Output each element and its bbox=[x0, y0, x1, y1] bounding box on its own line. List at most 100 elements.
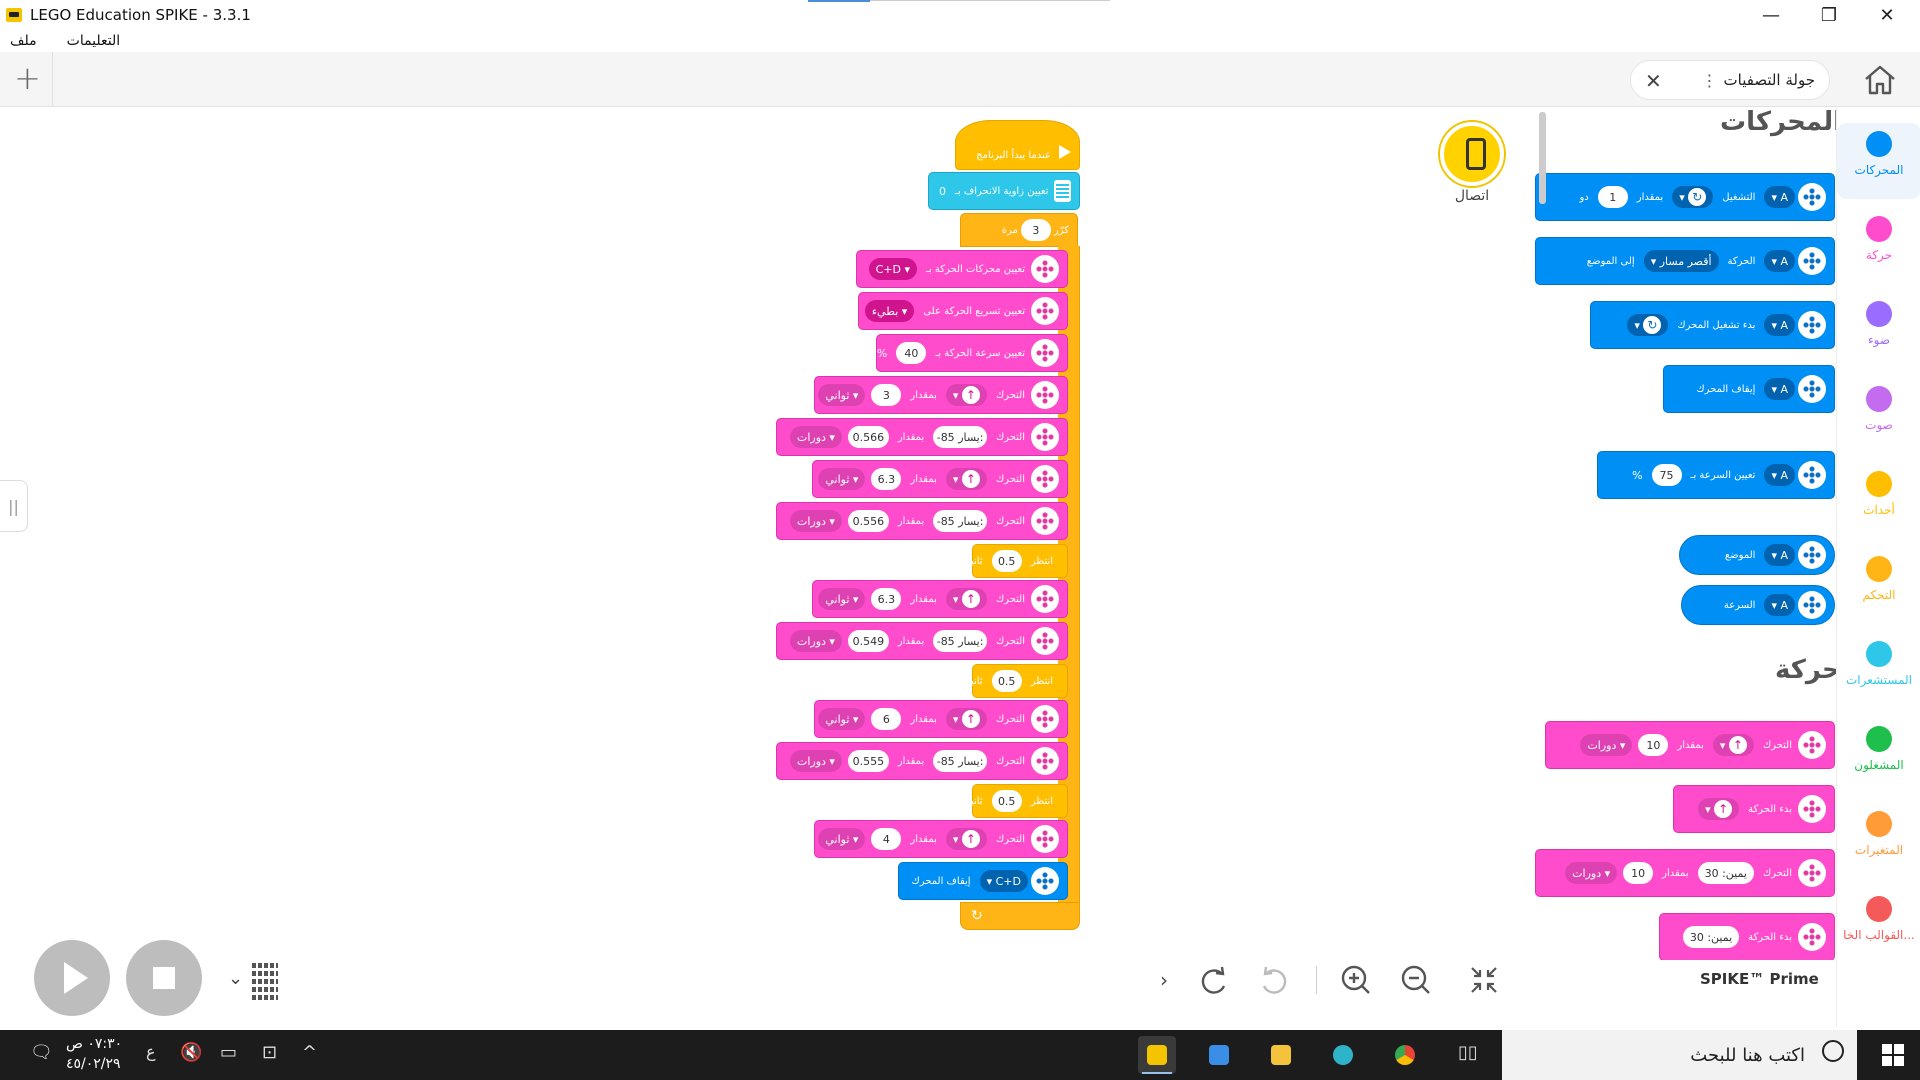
unit-dropdown[interactable]: دورات ▾ bbox=[790, 510, 842, 532]
programming-canvas[interactable] bbox=[0, 107, 1535, 1027]
connect-hub-button[interactable] bbox=[1440, 122, 1504, 186]
reset-zoom-icon[interactable] bbox=[1464, 960, 1504, 1000]
move-steer-block-3[interactable]: دورات ▾ 0.549 بمقدار -85 يسار: التحرك bbox=[776, 622, 1068, 660]
palette-move-steer-block[interactable]: دورات ▾ 10 بمقدار يمين: 30 التحرك bbox=[1535, 849, 1835, 897]
category-8[interactable]: المتغيرات bbox=[1837, 803, 1920, 879]
taskbar-app-file-explorer[interactable] bbox=[1262, 1036, 1300, 1074]
wait-block-1[interactable]: ثانية 0.5 انتظر bbox=[966, 544, 1068, 578]
unit-dropdown[interactable]: دورات ▾ bbox=[790, 630, 842, 652]
unit-dropdown[interactable]: ثواني ▾ bbox=[818, 708, 866, 730]
speed-input[interactable]: 40 bbox=[896, 342, 927, 364]
minimize-button[interactable]: — bbox=[1742, 0, 1800, 30]
menu-tutorials[interactable]: التعليمات bbox=[67, 33, 121, 49]
project-tab[interactable]: جولة التصفيات ⋮ ✕ bbox=[1630, 60, 1830, 100]
q2-direction-dropdown[interactable]: ▾ ↑ bbox=[1698, 798, 1740, 820]
set-acceleration-block[interactable]: بطيء ▾ تعيين تسريع الحركة على bbox=[858, 292, 1068, 330]
amount-input[interactable]: 0.555 bbox=[847, 750, 889, 772]
category-3[interactable]: صوت bbox=[1837, 378, 1920, 454]
wait-input[interactable]: 0.5 bbox=[991, 790, 1022, 812]
acceleration-dropdown[interactable]: بطيء ▾ bbox=[864, 300, 915, 322]
direction-dropdown[interactable]: ▾ ↑ bbox=[945, 468, 987, 490]
wait-block-3[interactable]: ثانية 0.5 انتظر bbox=[966, 784, 1068, 818]
category-7[interactable]: المشغلون bbox=[1837, 718, 1920, 794]
category-4[interactable]: أحداث bbox=[1837, 463, 1920, 539]
amount-input[interactable]: 0.549 bbox=[847, 630, 889, 652]
amount-input[interactable]: 6.3 bbox=[871, 588, 902, 610]
repeat-block[interactable]: مرة 3 كرّر bbox=[960, 213, 1078, 247]
block-palette[interactable]: المحركات دو 1 بمقدار ▾ ↻ التشغيل ▾ A إلى… bbox=[1535, 107, 1836, 1027]
q4-steer-input[interactable]: يمين: 30 bbox=[1682, 926, 1740, 948]
p7-port-dropdown[interactable]: ▾ A bbox=[1764, 594, 1795, 616]
amount-input[interactable]: 0.566 bbox=[847, 426, 889, 448]
yaw-value[interactable]: 0 bbox=[939, 185, 946, 198]
q1-amount-input[interactable]: 10 bbox=[1638, 734, 1669, 756]
direction-dropdown[interactable]: ▾ ↑ bbox=[945, 708, 987, 730]
left-panel-handle[interactable]: || bbox=[0, 480, 28, 532]
stop-port-dropdown[interactable]: ▾ C+D bbox=[979, 870, 1028, 892]
unit-dropdown[interactable]: ثواني ▾ bbox=[818, 588, 866, 610]
palette-speed-reporter[interactable]: السرعة ▾ A bbox=[1681, 585, 1835, 625]
p3-port-dropdown[interactable]: ▾ A bbox=[1764, 314, 1795, 336]
move-steer-block-1[interactable]: دورات ▾ 0.566 بمقدار -85 يسار: التحرك bbox=[776, 418, 1068, 456]
palette-go-to-position-block[interactable]: إلى الموضع ▾ أقصر مسار الحركة ▾ A bbox=[1535, 237, 1835, 285]
home-icon[interactable] bbox=[1862, 62, 1898, 98]
palette-run-motor-block[interactable]: دو 1 بمقدار ▾ ↻ التشغيل ▾ A bbox=[1535, 173, 1835, 221]
p2-port-dropdown[interactable]: ▾ A bbox=[1764, 250, 1795, 272]
windows-start-icon[interactable] bbox=[1882, 1044, 1904, 1066]
q3-unit-dropdown[interactable]: دورات ▾ bbox=[1565, 862, 1618, 884]
stop-motor-block[interactable]: إيقاف المحرك ▾ C+D bbox=[898, 862, 1068, 900]
close-window-button[interactable]: ✕ bbox=[1858, 0, 1916, 30]
amount-input[interactable]: 4 bbox=[871, 828, 902, 850]
palette-start-moving-steer-block[interactable]: يمين: 30 بدء الحركة bbox=[1659, 913, 1835, 961]
new-project-button[interactable]: + bbox=[14, 62, 41, 94]
category-0[interactable]: المحركات bbox=[1837, 123, 1920, 199]
move-straight-block-4[interactable]: ثواني ▾ 6 بمقدار ▾ ↑ التحرك bbox=[814, 700, 1068, 738]
zoom-in-icon[interactable] bbox=[1336, 960, 1376, 1000]
q3-amount-input[interactable]: 10 bbox=[1623, 862, 1654, 884]
move-straight-block-1[interactable]: ثواني ▾ 3 بمقدار ▾ ↑ التحرك bbox=[814, 376, 1068, 414]
wait-input[interactable]: 0.5 bbox=[991, 670, 1022, 692]
p1-port-dropdown[interactable]: ▾ A bbox=[1764, 186, 1795, 208]
run-program-button[interactable] bbox=[34, 940, 110, 1016]
menu-file[interactable]: ملف bbox=[10, 33, 37, 49]
taskbar-clock[interactable]: ٠٧:٣٠ ص ٤٥/٠٢/٢٩ bbox=[66, 1034, 122, 1074]
task-view-icon[interactable]: ▯▯ bbox=[1458, 1042, 1478, 1063]
steer-input[interactable]: -85 يسار: bbox=[933, 510, 987, 532]
category-1[interactable]: حركة bbox=[1837, 208, 1920, 284]
set-movement-motors-block[interactable]: C+D ▾ تعيين محركات الحركة بـ bbox=[856, 250, 1068, 288]
unit-dropdown[interactable]: ثواني ▾ bbox=[818, 468, 866, 490]
q1-direction-dropdown[interactable]: ▾ ↑ bbox=[1712, 734, 1754, 756]
p1-amount-input[interactable]: 1 bbox=[1597, 186, 1628, 208]
steer-input[interactable]: -85 يسار: bbox=[933, 750, 987, 772]
wait-input[interactable]: 0.5 bbox=[991, 550, 1022, 572]
move-straight-block-3[interactable]: ثواني ▾ 6.3 بمقدار ▾ ↑ التحرك bbox=[812, 580, 1068, 618]
steer-input[interactable]: -85 يسار: bbox=[933, 630, 987, 652]
steer-input[interactable]: -85 يسار: bbox=[933, 426, 987, 448]
amount-input[interactable]: 6 bbox=[871, 708, 902, 730]
unit-dropdown[interactable]: ثواني ▾ bbox=[818, 384, 866, 406]
move-straight-block-2[interactable]: ثواني ▾ 6.3 بمقدار ▾ ↑ التحرك bbox=[812, 460, 1068, 498]
q1-unit-dropdown[interactable]: دورات ▾ bbox=[1580, 734, 1633, 756]
restore-button[interactable]: ❐ bbox=[1800, 0, 1858, 30]
move-straight-block-5[interactable]: ثواني ▾ 4 بمقدار ▾ ↑ التحرك bbox=[814, 820, 1068, 858]
category-9[interactable]: القوالب الخا... bbox=[1837, 888, 1920, 964]
unit-dropdown[interactable]: دورات ▾ bbox=[790, 426, 842, 448]
taskbar-app-lego-spike[interactable] bbox=[1138, 1036, 1176, 1074]
palette-start-motor-block[interactable]: ▾ ↻ بدء تشغيل المحرك ▾ A bbox=[1590, 301, 1835, 349]
q3-steer-input[interactable]: يمين: 30 bbox=[1697, 862, 1754, 884]
set-speed-block[interactable]: % 40 تعيين سرعة الحركة بـ bbox=[876, 334, 1068, 372]
zoom-out-icon[interactable] bbox=[1396, 960, 1436, 1000]
stop-program-button[interactable] bbox=[126, 940, 202, 1016]
repeat-count-input[interactable]: 3 bbox=[1020, 219, 1051, 241]
tab-menu-icon[interactable]: ⋮ bbox=[1702, 71, 1718, 90]
chevron-down-icon[interactable]: ⌄ bbox=[228, 968, 243, 989]
p1-direction-dropdown[interactable]: ▾ ↻ bbox=[1672, 186, 1714, 208]
when-program-starts-block[interactable]: عندما يبدأ البرنامج bbox=[955, 120, 1080, 170]
redo-icon[interactable] bbox=[1194, 960, 1234, 1000]
movement-port-dropdown[interactable]: C+D ▾ bbox=[868, 258, 918, 280]
taskbar-app-edge[interactable] bbox=[1324, 1036, 1362, 1074]
hub-type-label[interactable]: SPIKE™ Prime ⋮ bbox=[1700, 970, 1849, 988]
battery-icon[interactable]: ▭ bbox=[220, 1042, 237, 1063]
move-steer-block-2[interactable]: دورات ▾ 0.556 بمقدار -85 يسار: التحرك bbox=[776, 502, 1068, 540]
undo-icon[interactable] bbox=[1254, 960, 1294, 1000]
